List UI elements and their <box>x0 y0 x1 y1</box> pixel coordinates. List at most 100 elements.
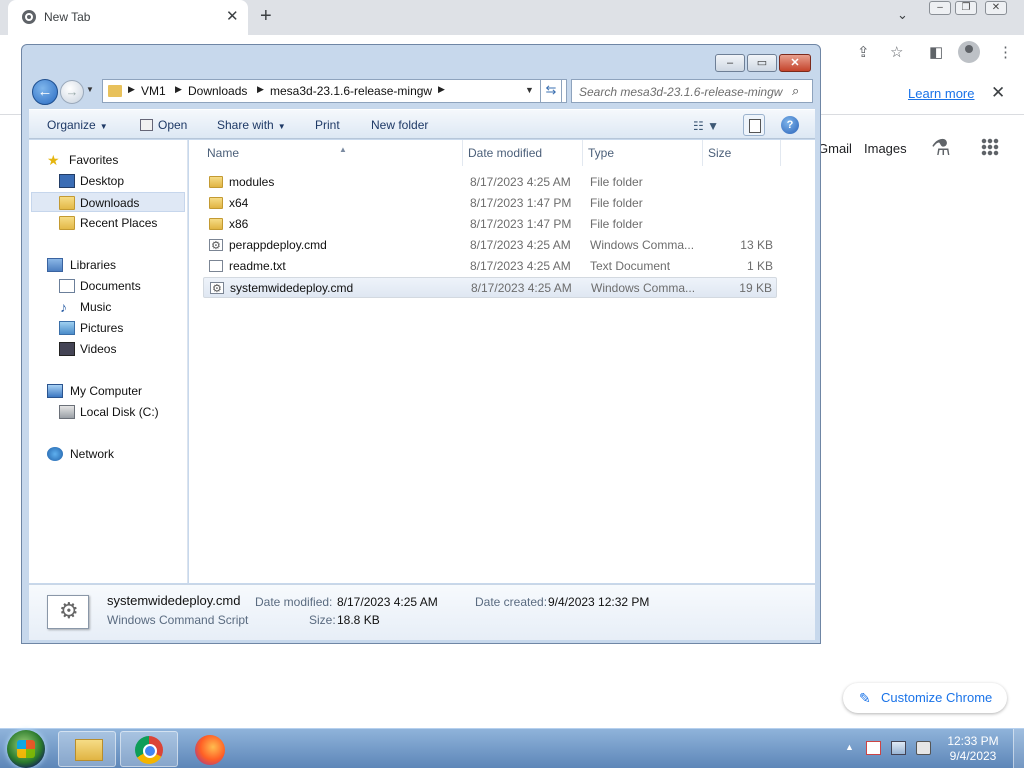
nav-favorites[interactable]: ★ Favorites <box>47 150 118 170</box>
volume-muted-icon[interactable] <box>916 741 931 755</box>
change-view-icon[interactable]: ☷ ▼ <box>693 119 719 133</box>
taskbar-chrome-button[interactable] <box>120 731 178 767</box>
file-type: Windows Comma... <box>591 281 696 295</box>
back-button[interactable]: ← <box>32 79 58 105</box>
start-button[interactable] <box>7 730 45 768</box>
file-row-modules[interactable]: modules 8/17/2023 4:25 AM File folder <box>203 172 777 193</box>
nav-downloads[interactable]: Downloads <box>31 192 185 212</box>
nav-libraries[interactable]: Libraries <box>47 255 116 275</box>
images-link[interactable]: Images <box>864 141 907 156</box>
file-type: File folder <box>590 217 643 231</box>
share-with-button[interactable]: Share with ▼ <box>217 118 286 132</box>
recent-pages-dropdown-icon[interactable]: ▼ <box>86 85 94 94</box>
system-clock[interactable]: 12:33 PM 9/4/2023 <box>940 734 1006 764</box>
explorer-minimize-button[interactable]: – <box>715 54 745 72</box>
preview-pane-button[interactable] <box>743 114 765 136</box>
explorer-maximize-button[interactable]: ▭ <box>747 54 777 72</box>
details-date-created: 9/4/2023 12:32 PM <box>548 595 650 609</box>
file-row-readme[interactable]: readme.txt 8/17/2023 4:25 AM Text Docume… <box>203 256 777 277</box>
breadcrumb-current-folder[interactable]: mesa3d-23.1.6-release-mingw <box>270 84 432 98</box>
google-apps-icon[interactable] <box>981 138 999 156</box>
nav-documents[interactable]: Documents <box>59 276 141 296</box>
column-header-size[interactable]: Size <box>703 140 781 166</box>
organize-button[interactable]: Organize ▼ <box>47 118 108 132</box>
infobar-close-icon[interactable]: ✕ <box>991 83 1005 103</box>
nav-pictures[interactable]: Pictures <box>59 318 123 338</box>
chrome-minimize-button[interactable]: – <box>929 1 951 15</box>
close-tab-icon[interactable]: ✕ <box>226 7 239 25</box>
forward-button[interactable]: → <box>60 80 84 104</box>
file-row-x64[interactable]: x64 8/17/2023 1:47 PM File folder <box>203 193 777 214</box>
folder-icon <box>108 85 122 97</box>
file-row-systemwidedeploy[interactable]: systemwidedeploy.cmd 8/17/2023 4:25 AM W… <box>203 277 777 300</box>
file-type: Windows Comma... <box>590 238 695 252</box>
share-icon[interactable]: ⇪ <box>857 43 870 61</box>
file-type: File folder <box>590 175 643 189</box>
organize-label: Organize <box>47 118 96 132</box>
chrome-tab-title: New Tab <box>44 10 91 24</box>
file-row-x86[interactable]: x86 8/17/2023 1:47 PM File folder <box>203 214 777 235</box>
open-button[interactable]: Open <box>140 118 187 132</box>
file-row-perappdeploy[interactable]: perappdeploy.cmd 8/17/2023 4:25 AM Windo… <box>203 235 777 257</box>
clock-time: 12:33 PM <box>947 734 999 748</box>
file-date: 8/17/2023 4:25 AM <box>470 259 571 273</box>
nav-network[interactable]: Network <box>47 444 114 464</box>
side-panel-icon[interactable]: ◧ <box>929 43 943 61</box>
print-button[interactable]: Print <box>315 118 340 132</box>
explorer-close-button[interactable]: ✕ <box>779 54 811 72</box>
new-folder-button[interactable]: New folder <box>371 118 428 132</box>
chevron-right-icon[interactable]: ▶ <box>257 84 264 95</box>
chevron-right-icon[interactable]: ▶ <box>438 84 445 95</box>
learn-more-link[interactable]: Learn more <box>908 86 974 101</box>
chrome-menu-icon[interactable]: ⋮ <box>998 43 1013 61</box>
breadcrumb-downloads[interactable]: Downloads <box>188 84 247 98</box>
folder-icon <box>209 197 223 209</box>
chrome-tab-new-tab[interactable]: New Tab ✕ <box>8 0 248 35</box>
nav-recent-places[interactable]: Recent Places <box>59 213 157 233</box>
show-hidden-icons-icon[interactable]: ▲ <box>845 742 854 752</box>
action-center-flag-icon[interactable] <box>866 741 881 755</box>
column-label: Date modified <box>468 146 543 160</box>
nav-music[interactable]: ♪ Music <box>59 297 111 317</box>
nav-my-computer[interactable]: My Computer <box>47 381 142 401</box>
column-header-name[interactable]: Name ▲ <box>201 140 463 166</box>
network-tray-icon[interactable] <box>891 741 906 755</box>
profile-avatar[interactable] <box>958 41 980 63</box>
chrome-restore-button[interactable]: ❐ <box>955 1 977 15</box>
new-tab-button[interactable]: + <box>260 5 272 28</box>
labs-flask-icon[interactable]: ⚗ <box>931 135 951 161</box>
nav-desktop[interactable]: Desktop <box>59 171 124 191</box>
column-label: Name <box>207 146 240 160</box>
firefox-icon[interactable] <box>195 735 225 765</box>
address-bar[interactable]: ▶ VM1 ▶ Downloads ▶ mesa3d-23.1.6-releas… <box>102 79 567 103</box>
customize-chrome-button[interactable]: ✎ Customize Chrome <box>843 683 1007 713</box>
taskbar-explorer-button[interactable] <box>58 731 116 767</box>
column-header-date-modified[interactable]: Date modified <box>463 140 583 166</box>
tab-search-chevron-icon[interactable]: ⌄ <box>897 7 908 23</box>
breadcrumb-vm1[interactable]: VM1 <box>141 84 166 98</box>
nav-videos[interactable]: Videos <box>59 339 116 359</box>
chevron-right-icon[interactable]: ▶ <box>175 84 182 95</box>
gmail-link[interactable]: Gmail <box>818 141 852 156</box>
show-desktop-button[interactable] <box>1013 729 1024 768</box>
share-with-label: Share with <box>217 118 274 132</box>
search-icon[interactable]: ⌕ <box>792 83 799 99</box>
details-size: 18.8 KB <box>337 613 380 627</box>
bookmark-star-icon[interactable]: ☆ <box>890 43 903 61</box>
pictures-icon <box>59 321 75 335</box>
column-header-type[interactable]: Type <box>583 140 703 166</box>
chrome-close-button[interactable]: ✕ <box>985 1 1007 15</box>
dropdown-arrow-icon: ▼ <box>277 122 286 131</box>
file-name: x64 <box>229 196 249 210</box>
search-box[interactable]: Search mesa3d-23.1.6-release-mingw ⌕ <box>571 79 813 103</box>
address-dropdown-icon[interactable]: ▼ <box>525 85 534 95</box>
refresh-icon[interactable]: ⇆ <box>540 79 562 103</box>
dropdown-arrow-icon: ▼ <box>99 122 108 131</box>
help-icon[interactable]: ? <box>781 116 799 134</box>
details-date-created-label: Date created: <box>475 595 548 609</box>
open-icon <box>140 119 153 131</box>
details-date-modified-label: Date modified: <box>255 595 333 609</box>
chrome-tab-strip: New Tab ✕ + ⌄ – ❐ ✕ <box>0 0 1024 35</box>
nav-local-disk[interactable]: Local Disk (C:) <box>59 402 159 422</box>
chevron-right-icon[interactable]: ▶ <box>128 84 135 95</box>
